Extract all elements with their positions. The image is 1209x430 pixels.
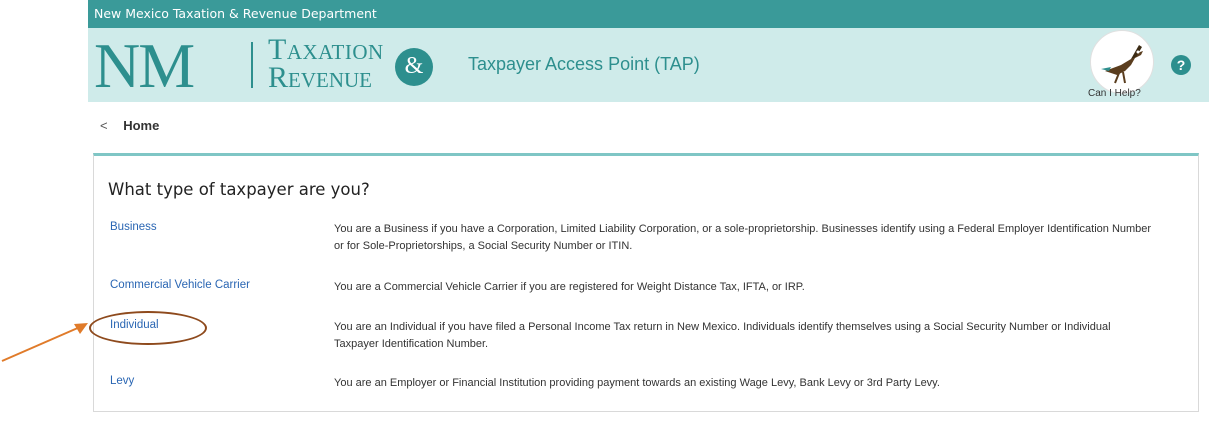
business-link[interactable]: Business bbox=[110, 221, 157, 233]
levy-description: You are an Employer or Financial Institu… bbox=[334, 377, 940, 389]
commercial-vehicle-description: You are a Commercial Vehicle Carrier if … bbox=[334, 281, 805, 293]
roadrunner-help-icon[interactable] bbox=[1090, 30, 1154, 94]
commercial-vehicle-carrier-link[interactable]: Commercial Vehicle Carrier bbox=[110, 279, 250, 291]
annotation-arrow-icon bbox=[1, 323, 88, 362]
levy-link[interactable]: Levy bbox=[110, 375, 134, 387]
taxpayer-type-card: What type of taxpayer are you? Business … bbox=[93, 153, 1199, 412]
card-title: What type of taxpayer are you? bbox=[108, 180, 370, 199]
site-header: NM Taxation Revenue & Taxpayer Access Po… bbox=[88, 28, 1209, 102]
department-bar: New Mexico Taxation & Revenue Department bbox=[88, 0, 1209, 28]
logo-line-revenue: Revenue bbox=[268, 61, 372, 94]
logo-divider bbox=[251, 42, 253, 88]
business-description: You are a Business if you have a Corpora… bbox=[334, 223, 1152, 252]
can-i-help-label[interactable]: Can I Help? bbox=[1088, 88, 1141, 99]
individual-description: You are an Individual if you have filed … bbox=[334, 321, 1111, 350]
logo-line-taxation: Taxation bbox=[268, 33, 384, 66]
logo-nm-text: NM bbox=[94, 30, 195, 101]
ampersand-badge: & bbox=[395, 48, 433, 86]
annotation-oval bbox=[89, 311, 207, 345]
tap-title: Taxpayer Access Point (TAP) bbox=[468, 54, 700, 74]
breadcrumb[interactable]: < Home bbox=[100, 118, 159, 133]
department-name: New Mexico Taxation & Revenue Department bbox=[94, 6, 377, 21]
help-question-icon[interactable]: ? bbox=[1171, 55, 1191, 75]
logo-tax-text: Taxation Revenue bbox=[268, 33, 384, 94]
chevron-left-icon[interactable]: < bbox=[100, 118, 108, 133]
breadcrumb-home[interactable]: Home bbox=[123, 118, 159, 133]
